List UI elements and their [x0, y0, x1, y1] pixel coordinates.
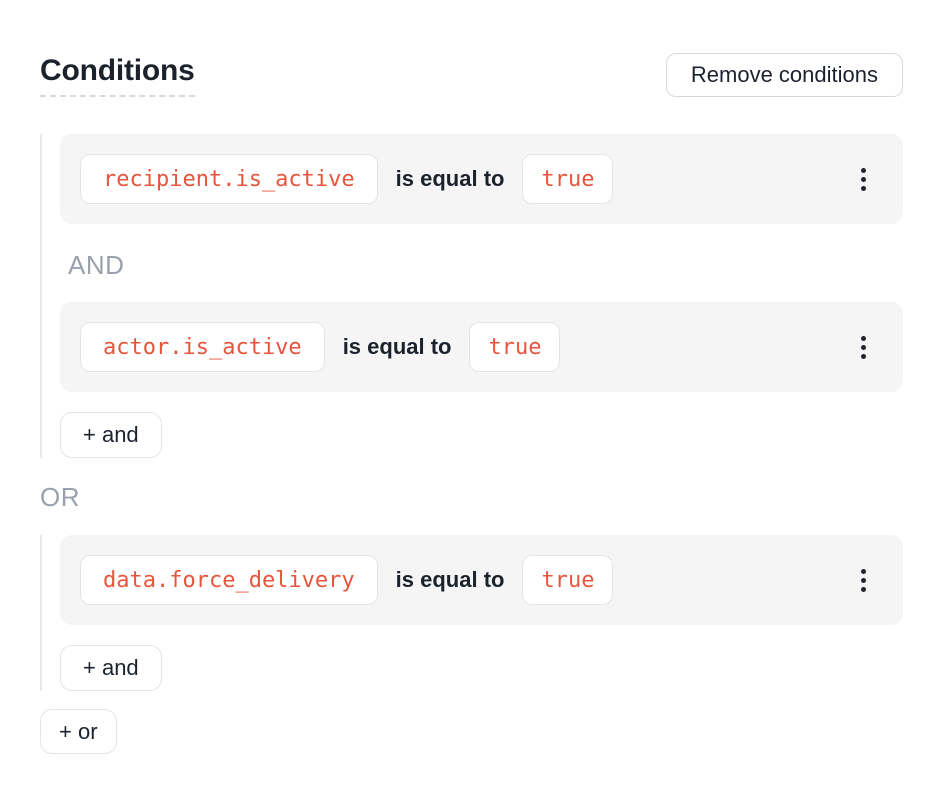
add-and-condition-button[interactable]: + and [60, 645, 162, 691]
page-title: Conditions [40, 54, 195, 97]
condition-value-pill[interactable]: true [469, 322, 560, 372]
condition-operator-label: is equal to [343, 334, 452, 360]
condition-row: actor.is_active is equal to true [60, 302, 903, 392]
condition-operator-label: is equal to [396, 166, 505, 192]
conditions-header: Conditions Remove conditions [40, 53, 903, 97]
condition-row: data.force_delivery is equal to true [60, 535, 903, 625]
condition-group-1: recipient.is_active is equal to true AND… [40, 134, 903, 458]
remove-conditions-button[interactable]: Remove conditions [666, 53, 903, 97]
condition-row: recipient.is_active is equal to true [60, 134, 903, 224]
condition-menu-button[interactable] [843, 322, 883, 372]
condition-value-pill[interactable]: true [522, 154, 613, 204]
condition-field-pill[interactable]: actor.is_active [80, 322, 325, 372]
condition-operator-label: is equal to [396, 567, 505, 593]
condition-field-pill[interactable]: data.force_delivery [80, 555, 378, 605]
add-or-group-button[interactable]: + or [40, 709, 117, 754]
add-and-condition-button[interactable]: + and [60, 412, 162, 458]
conditions-panel: Conditions Remove conditions recipient.i… [0, 0, 946, 754]
condition-value-pill[interactable]: true [522, 555, 613, 605]
condition-group-2: data.force_delivery is equal to true + a… [40, 535, 903, 691]
and-joiner-label: AND [68, 252, 903, 278]
condition-field-pill[interactable]: recipient.is_active [80, 154, 378, 204]
or-joiner-label: OR [40, 484, 903, 510]
condition-menu-button[interactable] [843, 154, 883, 204]
condition-menu-button[interactable] [843, 555, 883, 605]
